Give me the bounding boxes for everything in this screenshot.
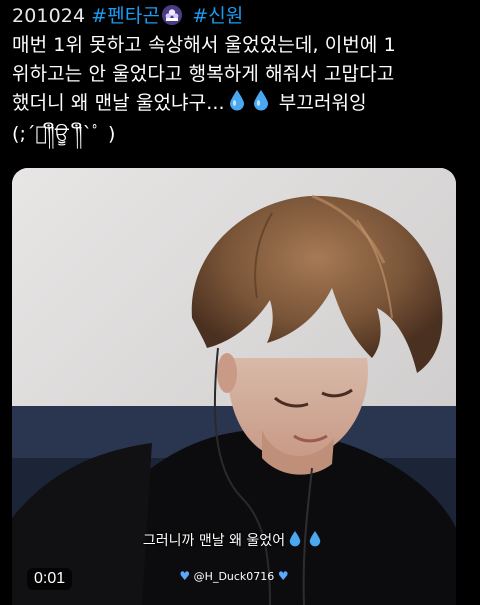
- tweet-date: 201024: [12, 5, 86, 27]
- tweet-line-4-end: 부끄러워잉: [278, 92, 367, 114]
- tweet-text: 201024 #펜타곤 #신원 매번 1위 못하고 속상해서 울었었는데, 이번…: [12, 2, 472, 149]
- subtitle-text: 그러니까 맨날 왜 울었어: [142, 533, 286, 549]
- tweet-line-5-kaomoji: (;´ﾟ༎ຶਊ ༎ຶ`ﾟ ): [12, 123, 116, 145]
- blue-heart-icon: ♥: [277, 569, 289, 583]
- video-player[interactable]: 그러니까 맨날 왜 울었어 ♥ @H_Duck0716 ♥ 0:01: [12, 168, 456, 605]
- water-drop-icon: [229, 89, 245, 120]
- hashtag-pentagon[interactable]: #펜타곤: [91, 5, 160, 27]
- tweet-page: 201024 #펜타곤 #신원 매번 1위 못하고 속상해서 울었었는데, 이번…: [0, 0, 480, 605]
- video-watermark: ♥ @H_Duck0716 ♥: [12, 569, 456, 583]
- tweet-line-1: 201024 #펜타곤 #신원: [12, 2, 472, 31]
- video-elapsed-time: 0:01: [27, 568, 73, 590]
- tweet-line-4: 했더니 왜 맨날 울었냐구... 부끄러워잉: [12, 89, 472, 120]
- water-drop-icon: [289, 530, 301, 551]
- tweet-line-4-start: 했더니 왜 맨날 울었냐구...: [12, 92, 225, 114]
- water-drop-icon: [253, 89, 269, 120]
- tweet-line-2: 매번 1위 못하고 속상해서 울었었는데, 이번에 1: [12, 34, 396, 56]
- video-subtitle: 그러니까 맨날 왜 울었어: [12, 530, 456, 551]
- hashtag-shinwon[interactable]: #신원: [192, 5, 243, 27]
- tweet-line-3: 위하고는 안 울었다고 행복하게 해줘서 고맙다고: [12, 63, 395, 85]
- blue-heart-icon: ♥: [179, 569, 191, 583]
- watermark-handle: @H_Duck0716: [193, 570, 275, 583]
- water-drop-icon: [309, 530, 321, 551]
- pentagon-badge-icon: [162, 5, 183, 25]
